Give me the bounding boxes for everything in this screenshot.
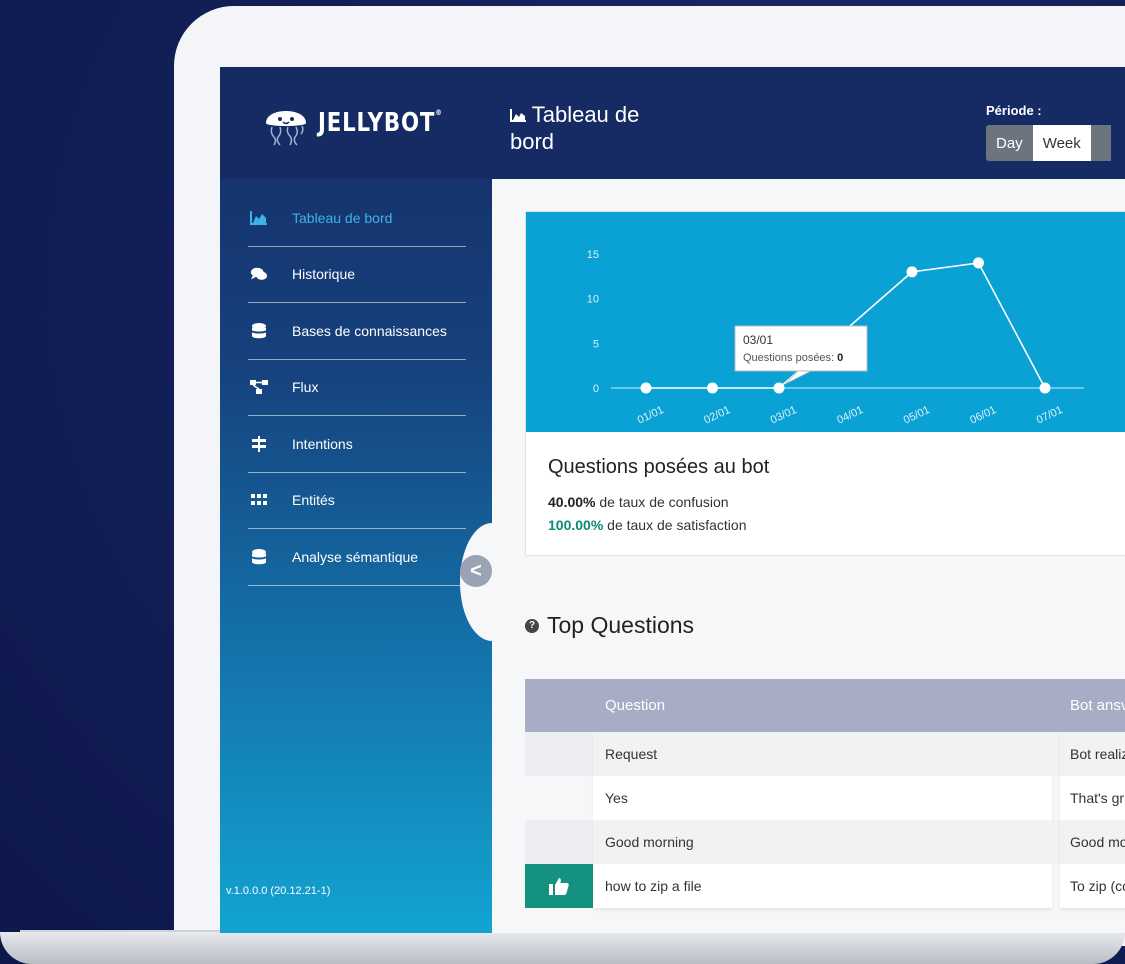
main-content: 0 5 10 15 01/01 02/01 03/01 04/01 05/01 06/01 07/0… <box>492 179 1125 933</box>
sidebar-item-tableau-de-bord[interactable]: Tableau de bord <box>248 190 466 247</box>
area-chart-icon <box>510 102 526 127</box>
sidebar-item-label: Analyse sémantique <box>292 548 419 565</box>
row-flag <box>525 820 593 864</box>
column-question: Question <box>605 697 666 714</box>
data-point <box>1039 382 1051 394</box>
sidebar-nav: Tableau de bord Historique Bases de conn… <box>248 190 466 586</box>
sidebar-item-label: Flux <box>292 379 319 396</box>
period-day-button[interactable]: Day <box>986 125 1033 161</box>
questions-chart: 0 5 10 15 01/01 02/01 03/01 04/01 05/01 06/01 07/0… <box>526 212 1125 432</box>
table-header-flag <box>525 679 593 732</box>
sidebar-item-entites[interactable]: Entités <box>248 473 466 529</box>
tooltip-title: 03/01 <box>743 333 773 347</box>
data-point <box>640 382 652 394</box>
top-header: Tableau de bord Période : Day Week <box>492 67 1125 179</box>
period-toggle: Day Week <box>986 125 1111 161</box>
row-flag <box>525 732 593 776</box>
row-answer: Good mo <box>1060 820 1125 864</box>
row-question: Yes <box>593 776 1052 820</box>
data-point <box>707 382 718 394</box>
x-tick-label: 07/01 <box>1035 404 1065 427</box>
row-question: how to zip a file <box>593 864 1052 908</box>
app-screen: JELLYBOT® Tableau de bord Historique Bas… <box>220 67 1125 933</box>
signpost-icon <box>250 435 268 452</box>
area-chart-icon <box>250 210 268 226</box>
x-tick-label: 05/01 <box>902 404 932 427</box>
laptop-base <box>0 932 1125 964</box>
sidebar-item-label: Historique <box>292 266 356 283</box>
collapse-sidebar-button[interactable]: < <box>460 555 492 587</box>
thumbs-up-icon <box>549 878 569 895</box>
top-questions-heading: ? Top Questions <box>525 612 694 639</box>
database-icon <box>250 548 268 565</box>
satisfaction-rate: 100.00% de taux de satisfaction <box>548 517 747 533</box>
tooltip-value: Questions posées: 0 <box>743 352 843 364</box>
app-version: v.1.0.0.0 (20.12.21-1) <box>226 885 331 897</box>
line-chart: 0 5 10 15 01/01 02/01 03/01 04/01 05/01 06/01 07/0… <box>587 249 1084 427</box>
x-tick-label: 04/01 <box>835 404 865 427</box>
sidebar-item-historique[interactable]: Historique <box>248 247 466 303</box>
periode-label: Période : <box>986 103 1042 118</box>
table-row[interactable]: how to zip a file To zip (co <box>525 864 1125 908</box>
x-tick-label: 02/01 <box>702 404 732 427</box>
sidebar-item-label: Intentions <box>292 435 353 452</box>
x-tick-label: 01/01 <box>636 404 666 427</box>
data-point <box>973 257 984 269</box>
jellyfish-logo-icon <box>266 111 306 146</box>
chevron-left-icon: < <box>470 559 482 582</box>
sidebar-item-bases-de-connaissances[interactable]: Bases de connaissances <box>248 303 466 360</box>
column-bot-answer: Bot ansv <box>1070 697 1125 714</box>
table-header: Question Bot ansv <box>525 679 1125 732</box>
sidebar-item-label: Entités <box>292 492 335 509</box>
flow-icon <box>250 379 268 395</box>
data-point <box>906 266 918 278</box>
data-point <box>773 382 785 394</box>
comments-icon <box>250 266 268 282</box>
sidebar-item-label: Bases de connaissances <box>292 322 447 339</box>
y-tick-label: 10 <box>587 294 599 306</box>
question-circle-icon: ? <box>525 618 539 633</box>
row-flag <box>525 864 593 908</box>
row-flag <box>525 776 593 820</box>
y-tick-label: 15 <box>587 249 599 261</box>
table-row[interactable]: Good morning Good mo <box>525 820 1125 864</box>
sidebar-item-intentions[interactable]: Intentions <box>248 416 466 473</box>
confusion-rate: 40.00% de taux de confusion <box>548 494 729 510</box>
sidebar-item-flux[interactable]: Flux <box>248 360 466 416</box>
row-answer: That's gr <box>1060 776 1125 820</box>
x-tick-label: 03/01 <box>769 404 799 427</box>
row-answer: To zip (co <box>1060 864 1125 908</box>
table-row[interactable]: Request Bot realiz <box>525 732 1125 776</box>
sidebar: JELLYBOT® Tableau de bord Historique Bas… <box>220 67 492 933</box>
brand-name: JELLYBOT® <box>318 108 443 138</box>
x-tick-label: 06/01 <box>968 404 998 427</box>
y-tick-label: 5 <box>593 338 599 350</box>
row-answer: Bot realiz <box>1060 732 1125 776</box>
questions-card: 0 5 10 15 01/01 02/01 03/01 04/01 05/01 06/01 07/0… <box>525 211 1125 556</box>
database-icon <box>250 322 268 339</box>
tooltip-pointer <box>784 369 814 385</box>
y-tick-label: 0 <box>593 383 599 395</box>
logo[interactable]: JELLYBOT® <box>220 67 492 179</box>
period-next-button[interactable] <box>1090 125 1111 161</box>
row-question: Good morning <box>593 820 1052 864</box>
period-week-button[interactable]: Week <box>1032 125 1091 161</box>
grid-icon <box>250 492 268 508</box>
card-title: Questions posées au bot <box>548 456 770 478</box>
sidebar-item-analyse-semantique[interactable]: Analyse sémantique <box>248 529 466 586</box>
top-questions-table: Question Bot ansv Request Bot realiz Yes… <box>525 679 1125 908</box>
table-row[interactable]: Yes That's gr <box>525 776 1125 820</box>
row-question: Request <box>593 732 1052 776</box>
page-title: Tableau de bord <box>510 102 640 154</box>
sidebar-item-label: Tableau de bord <box>292 209 393 226</box>
